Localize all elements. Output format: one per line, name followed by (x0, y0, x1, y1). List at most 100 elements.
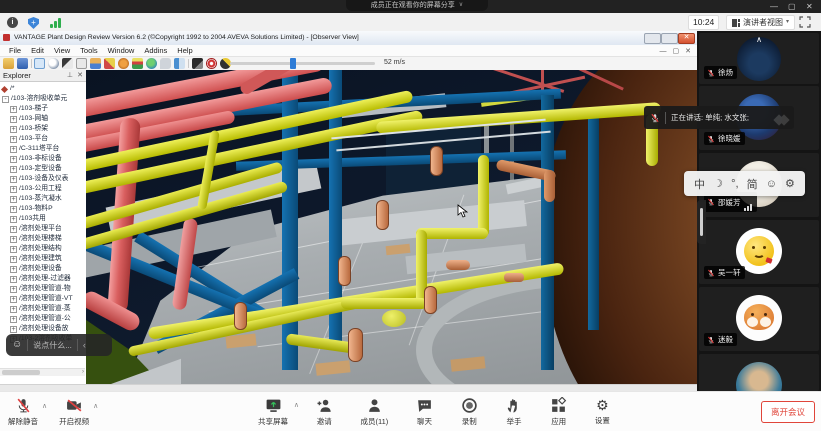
expand-toggle-icon[interactable]: + (10, 166, 17, 173)
panel-close-icon[interactable]: ✕ (77, 72, 83, 80)
tree-item[interactable]: +/103-公用工程 (0, 184, 86, 194)
ime-halfwidth-icon[interactable]: ☽ (713, 177, 723, 190)
expand-toggle-icon[interactable]: + (10, 226, 17, 233)
expand-toggle-icon[interactable]: + (10, 326, 17, 333)
tree-item[interactable]: +/103-梯子 (0, 104, 86, 114)
frame-icon[interactable] (76, 58, 87, 69)
minimize-icon[interactable]: — (770, 1, 778, 12)
chevron-up-icon[interactable]: ∧ (756, 35, 762, 44)
sidebar-collapse-handle[interactable] (697, 200, 706, 244)
tree-item[interactable]: +/溶剂处理管道-物 (0, 284, 86, 294)
scroll-right-icon[interactable]: › (82, 369, 84, 376)
tree-item[interactable]: +/溶剂处理建筑 (0, 254, 86, 264)
horizontal-scrollbar[interactable]: › (0, 368, 85, 376)
expand-toggle-icon[interactable]: + (10, 186, 17, 193)
chat-button[interactable]: 聊天 (416, 397, 433, 427)
tree-item[interactable]: +/103-物料P (0, 204, 86, 214)
ime-emoji-icon[interactable]: ☺ (766, 178, 777, 190)
tree-item[interactable]: +/C-311塔平台 (0, 144, 86, 154)
chevron-up-icon[interactable]: ∧ (93, 402, 98, 410)
clipboard-icon[interactable] (90, 58, 101, 69)
apps-button[interactable]: 应用 (550, 397, 567, 427)
expand-toggle-icon[interactable]: + (10, 246, 17, 253)
settings-button[interactable]: ⚙ 设置 (595, 397, 610, 427)
tree-item[interactable]: +/溶剂处理设备 (0, 264, 86, 274)
select-icon[interactable] (62, 58, 73, 69)
ime-punctuation-icon[interactable]: °, (731, 178, 738, 190)
leave-meeting-button[interactable]: 离开会议 (761, 401, 815, 423)
invite-button[interactable]: 邀请 (316, 397, 333, 427)
chat-quick-bubble[interactable]: ☺ 说点什么... ‹ (6, 334, 112, 356)
chevron-up-icon[interactable]: ∧ (42, 402, 47, 410)
materials-icon[interactable] (104, 58, 115, 69)
chevron-up-icon[interactable]: ∧ (294, 401, 299, 409)
participant-tile[interactable] (699, 354, 819, 391)
tree-item[interactable]: +/103-网轴 (0, 114, 86, 124)
save-icon[interactable] (17, 58, 28, 69)
expand-toggle-icon[interactable]: + (10, 236, 17, 243)
scrollbar-thumb[interactable] (2, 370, 40, 375)
tree-item[interactable]: +/103共用 (0, 214, 86, 224)
expand-toggle-icon[interactable]: + (10, 126, 17, 133)
tree-item[interactable]: +/溶剂处理管道-蒸 (0, 304, 86, 314)
expand-toggle-icon[interactable]: + (10, 106, 17, 113)
meeting-info-icon[interactable]: i (7, 17, 18, 28)
menu-addins[interactable]: Addins (139, 46, 172, 55)
3d-viewport[interactable] (86, 70, 697, 384)
expand-toggle-icon[interactable]: + (10, 256, 17, 263)
participant-tile[interactable]: ∧ 徐炀 (699, 33, 819, 84)
menu-edit[interactable]: Edit (26, 46, 49, 55)
view-mode-button[interactable]: 演讲者视图 ▾ (726, 15, 795, 30)
viewpoint-icon[interactable] (34, 58, 45, 69)
expand-toggle-icon[interactable]: + (10, 306, 17, 313)
tree-item[interactable]: -/103-溶剂吸收单元 (0, 94, 86, 104)
raise-hand-button[interactable]: 举手 (505, 397, 522, 427)
mdi-close-icon[interactable]: ✕ (685, 47, 691, 55)
expand-toggle-icon[interactable]: + (10, 276, 17, 283)
tree-item[interactable]: +/103-蒸汽凝水 (0, 194, 86, 204)
expand-toggle-icon[interactable]: + (10, 316, 17, 323)
expand-toggle-icon[interactable]: + (10, 196, 17, 203)
close-icon[interactable]: ✕ (806, 1, 813, 12)
expand-toggle-icon[interactable]: + (10, 116, 17, 123)
tree-item[interactable]: +/溶剂处理结构 (0, 244, 86, 254)
menu-window[interactable]: Window (103, 46, 140, 55)
menu-tools[interactable]: Tools (75, 46, 103, 55)
speed-slider-track[interactable] (230, 62, 375, 65)
expand-toggle-icon[interactable]: + (10, 176, 17, 183)
tree-item[interactable]: +/溶剂处理设备放 (0, 324, 86, 334)
app-minimize-button[interactable] (644, 33, 661, 44)
mdi-minimize-icon[interactable]: — (660, 48, 667, 55)
app-close-button[interactable]: ✕ (678, 33, 695, 44)
app-restore-button[interactable] (661, 33, 678, 44)
open-icon[interactable] (3, 58, 14, 69)
menu-view[interactable]: View (49, 46, 75, 55)
link-icon[interactable] (174, 58, 185, 69)
tree-item[interactable]: +/溶剂处理-过滤器 (0, 274, 86, 284)
chat-placeholder[interactable]: 说点什么... (33, 340, 72, 351)
unmute-button[interactable]: 解除静音 (8, 397, 38, 427)
participant-tile[interactable]: 迷毅 (699, 287, 819, 351)
pin-icon[interactable]: ⊥ (67, 72, 73, 80)
record-button[interactable]: 录制 (461, 397, 478, 427)
fly-icon[interactable] (192, 58, 203, 69)
chevron-left-icon[interactable]: ‹ (83, 340, 86, 350)
emoji-icon[interactable]: ☺ (12, 340, 22, 350)
start-video-button[interactable]: 开启视频 (59, 397, 89, 427)
expand-toggle-icon[interactable]: - (2, 96, 9, 103)
expand-toggle-icon[interactable]: + (10, 286, 17, 293)
tree-item[interactable]: +/103-定型设备 (0, 164, 86, 174)
measure-icon[interactable] (132, 58, 143, 69)
tree-item[interactable]: +/溶剂处理平台 (0, 224, 86, 234)
target-icon[interactable] (206, 58, 217, 69)
tree-item[interactable]: +/溶剂处理楼梯 (0, 234, 86, 244)
expand-toggle-icon[interactable]: + (10, 266, 17, 273)
ime-settings-icon[interactable]: ⚙ (785, 177, 795, 190)
menu-file[interactable]: File (4, 46, 26, 55)
members-button[interactable]: 成员(11) (360, 397, 388, 427)
tree-item[interactable]: +/溶剂处理管道-公 (0, 314, 86, 324)
expand-toggle-icon[interactable]: + (10, 296, 17, 303)
maximize-icon[interactable]: ▢ (788, 1, 796, 12)
menu-help[interactable]: Help (172, 46, 197, 55)
tree-item[interactable]: +/103-平台 (0, 134, 86, 144)
